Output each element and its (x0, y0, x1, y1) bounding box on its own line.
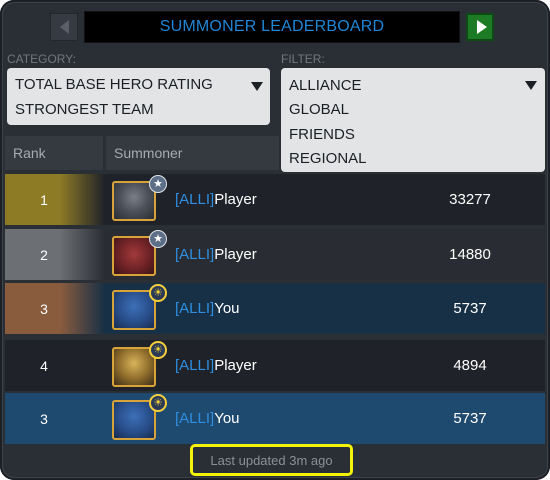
category-option[interactable]: TOTAL BASE HERO RATING (15, 76, 213, 93)
last-updated-badge: Last updated 3m ago (190, 444, 353, 476)
table-header: Rank Summoner (5, 136, 279, 170)
column-header-summoner[interactable]: Summoner (106, 136, 279, 170)
page-title: SUMMONER LEADERBOARD (159, 18, 385, 35)
hero-rating-value: 5737 (453, 410, 487, 427)
triangle-left-icon (59, 20, 69, 34)
category-label: CATEGORY: (7, 52, 76, 66)
avatar[interactable]: ☀ (109, 394, 167, 442)
player-name: You (214, 410, 240, 427)
alliance-tag: [ALLI] (175, 246, 215, 263)
alliance-tag: [ALLI] (175, 410, 215, 427)
caret-down-icon[interactable] (251, 82, 263, 91)
table-row[interactable]: 3 ☀ [ALLI] You 5737 (5, 283, 545, 334)
rank-cell: 4 (5, 340, 105, 391)
rank-value: 4 (40, 357, 48, 374)
rank-value: 3 (40, 300, 48, 317)
avatar[interactable]: ☀ (109, 284, 167, 332)
category-option[interactable]: STRONGEST TEAM (15, 101, 154, 118)
star-badge-icon: ★ (149, 175, 167, 193)
rank-value: 2 (40, 246, 48, 263)
summoner-name[interactable]: [ALLI] Player (175, 174, 257, 225)
hero-rating-value: 4894 (453, 357, 487, 374)
filter-option-global[interactable]: GLOBAL (289, 101, 349, 118)
category-dropdown[interactable]: TOTAL BASE HERO RATING STRONGEST TEAM (7, 68, 270, 125)
filter-option-regional[interactable]: REGIONAL (289, 150, 367, 167)
filter-label: FILTER: (281, 52, 325, 66)
previous-board-button[interactable] (50, 13, 78, 41)
hero-rating-value: 14880 (449, 246, 491, 263)
player-name: You (214, 300, 240, 317)
table-row[interactable]: 1 ★ [ALLI] Player 33277 (5, 174, 545, 225)
column-header-rank[interactable]: Rank (5, 136, 103, 170)
filter-option-alliance[interactable]: ALLIANCE (289, 77, 362, 94)
table-row[interactable]: 4 ☀ [ALLI] Player 4894 (5, 340, 545, 391)
alliance-tag: [ALLI] (175, 300, 215, 317)
rank-cell: 1 (5, 174, 105, 225)
caret-down-icon[interactable] (525, 81, 537, 90)
alliance-tag: [ALLI] (175, 357, 215, 374)
avatar[interactable]: ★ (109, 230, 167, 278)
filter-dropdown[interactable]: ALLIANCE GLOBAL FRIENDS REGIONAL (281, 68, 545, 172)
player-name: Player (214, 191, 257, 208)
summoner-name[interactable]: [ALLI] Player (175, 229, 257, 280)
rank-cell: 2 (5, 229, 105, 280)
player-name: Player (214, 246, 257, 263)
rank-cell: 3 (5, 283, 105, 334)
rank-value: 1 (40, 191, 48, 208)
summoner-name[interactable]: [ALLI] You (175, 283, 240, 334)
star-badge-icon: ★ (149, 230, 167, 248)
summoner-name[interactable]: [ALLI] Player (175, 340, 257, 391)
sun-badge-icon: ☀ (149, 284, 167, 302)
hero-rating-value: 5737 (453, 300, 487, 317)
sun-badge-icon: ☀ (149, 341, 167, 359)
avatar[interactable]: ☀ (109, 341, 167, 389)
rank-cell: 3 (5, 393, 105, 444)
leaderboard-panel: SUMMONER LEADERBOARD CATEGORY: TOTAL BAS… (0, 0, 550, 480)
last-updated-text: Last updated 3m ago (210, 452, 333, 468)
hero-rating-value: 33277 (449, 191, 491, 208)
triangle-right-icon (476, 20, 487, 34)
table-row[interactable]: 3 ☀ [ALLI] You 5737 (5, 393, 545, 444)
summoner-name[interactable]: [ALLI] You (175, 393, 240, 444)
title-bar: SUMMONER LEADERBOARD (84, 11, 460, 43)
sun-badge-icon: ☀ (149, 394, 167, 412)
player-name: Player (214, 357, 257, 374)
table-row[interactable]: 2 ★ [ALLI] Player 14880 (5, 229, 545, 280)
alliance-tag: [ALLI] (175, 191, 215, 208)
avatar[interactable]: ★ (109, 175, 167, 223)
rank-value: 3 (40, 410, 48, 427)
next-board-button[interactable] (466, 13, 494, 41)
filter-option-friends[interactable]: FRIENDS (289, 126, 355, 143)
